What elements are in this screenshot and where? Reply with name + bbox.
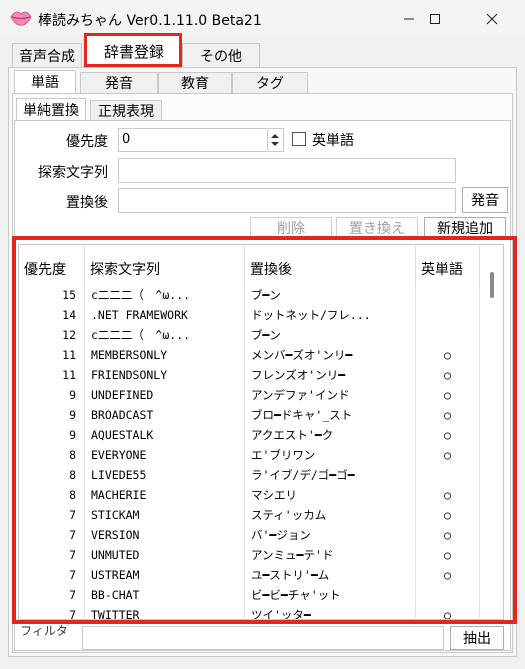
stepper-up-icon[interactable] [268,131,282,140]
filter-label: フィルタ [20,624,68,638]
tab-label: 音声合成 [19,48,75,65]
close-icon [486,13,498,25]
tab-label: 発音 [105,76,133,92]
pronounce-button[interactable]: 発音 [462,187,508,213]
replace-label: 置換後 [66,195,108,211]
search-string-label: 探索文字列 [38,165,108,181]
replace-input[interactable] [118,188,456,213]
stepper-buttons[interactable] [267,130,282,150]
priority-value: 0 [122,132,131,147]
english-word-label: 英単語 [312,133,354,149]
window-title: 棒読みちゃん Ver0.1.11.0 Beta21 [38,13,262,29]
tab-tag[interactable]: タグ [232,72,308,93]
tab-label: その他 [200,48,242,65]
tab-label: 単語 [31,75,59,91]
filter-input[interactable] [82,626,444,650]
tab-pronunciation[interactable]: 発音 [80,72,158,93]
tab-voice-synthesis[interactable]: 音声合成 [12,43,82,67]
highlight-grid [12,236,517,624]
priority-label: 優先度 [66,134,108,150]
maximize-icon [430,14,440,24]
extract-button[interactable]: 抽出 [450,626,504,650]
tab-education[interactable]: 教育 [158,72,232,93]
maximize-button[interactable] [412,0,458,38]
search-string-input[interactable] [118,158,456,183]
english-word-checkbox[interactable] [292,132,306,146]
tab-other[interactable]: その他 [182,43,260,67]
tab-label: 正規表現 [98,103,154,120]
tab-label: タグ [256,76,284,92]
highlight-dictionary-tab [84,33,182,67]
tab-label: 単純置換 [23,102,79,119]
title-bar: 棒読みちゃん Ver0.1.11.0 Beta21 [0,0,525,38]
close-button[interactable] [469,0,515,38]
tab-word[interactable]: 単語 [14,70,76,93]
stepper-down-icon[interactable] [268,140,282,149]
app-lips-icon [10,11,32,26]
tab-label: 教育 [181,76,209,92]
priority-stepper[interactable]: 0 [118,128,284,152]
tab-simple-replace[interactable]: 単純置換 [16,98,86,120]
tab-regex[interactable]: 正規表現 [90,100,162,120]
